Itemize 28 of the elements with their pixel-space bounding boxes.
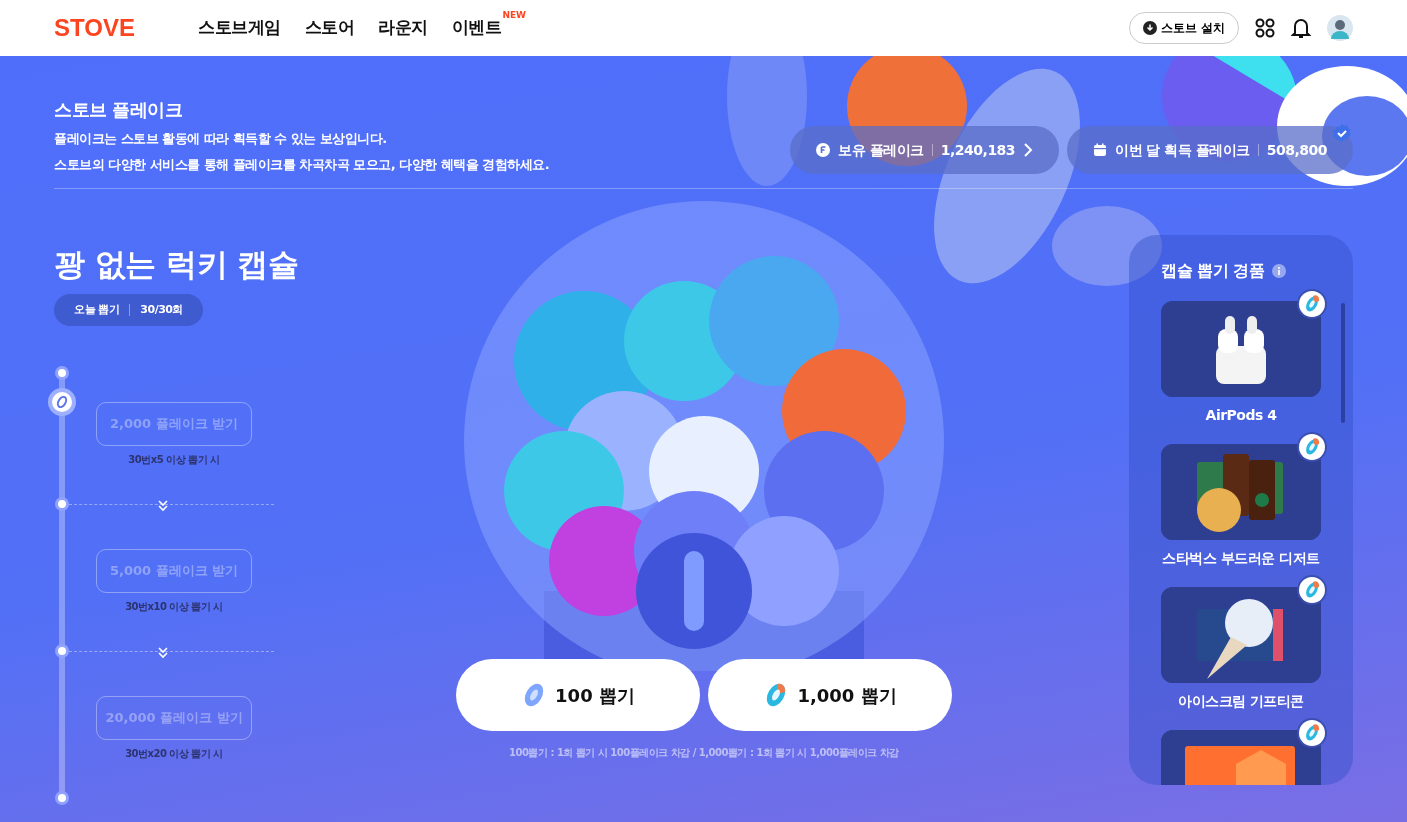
today-count: 30/30회 (140, 301, 183, 318)
prize-name[interactable]: 아이스크림 기프티콘 (1161, 691, 1321, 712)
draw-button[interactable]: 1,000 뽑기 (708, 659, 952, 731)
notification-icon[interactable] (1291, 17, 1311, 39)
install-button[interactable]: 스토브 설치 (1128, 12, 1239, 44)
nav-link[interactable]: 라운지 (378, 15, 428, 41)
avatar[interactable] (1327, 15, 1353, 41)
timeline-node (55, 366, 69, 380)
prize-name[interactable]: AirPods 4 (1161, 405, 1321, 426)
new-label: NEW (502, 9, 526, 23)
intro-title: 스토브 플레이크 (54, 98, 184, 122)
draw-button[interactable]: 100 뽑기 (456, 659, 700, 731)
capsule-title: 꽝 없는 럭키 캡슐 (54, 245, 300, 284)
draw-note: 100뽑기 : 1회 뽑기 시 100플레이크 차감 / 1,000뽑기 : 1회 뽑기 시 1,000플레이크 차감 (509, 746, 899, 760)
intro-text: 스토브의 다양한 서비스를 통해 플레이크를 차곡차곡 모으고, 다양한 혜택을 경험하세요. (54, 155, 550, 174)
logo[interactable]: STOVE (54, 10, 174, 46)
token-icon (56, 396, 68, 408)
today-label: 오늘 뽑기 (74, 301, 120, 318)
reward-condition: 30번x10 이상 뽑기 시 (124, 600, 224, 614)
prize-name[interactable]: 스타벅스 부드러운 디저트 (1161, 548, 1321, 569)
nav-link[interactable]: 스토어 (304, 15, 354, 41)
apps-icon[interactable] (1255, 18, 1275, 38)
reward-condition: 30번x20 이상 뽑기 시 (124, 747, 224, 761)
intro-text: 플레이크는 스토브 활동에 따라 획득할 수 있는 보상입니다. (54, 130, 388, 148)
nav-link[interactable]: 스토브게임 (198, 15, 281, 41)
download-icon (1142, 21, 1157, 35)
timeline-node (55, 791, 69, 805)
reward-condition: 30번x5 이상 뽑기 시 (127, 453, 221, 467)
